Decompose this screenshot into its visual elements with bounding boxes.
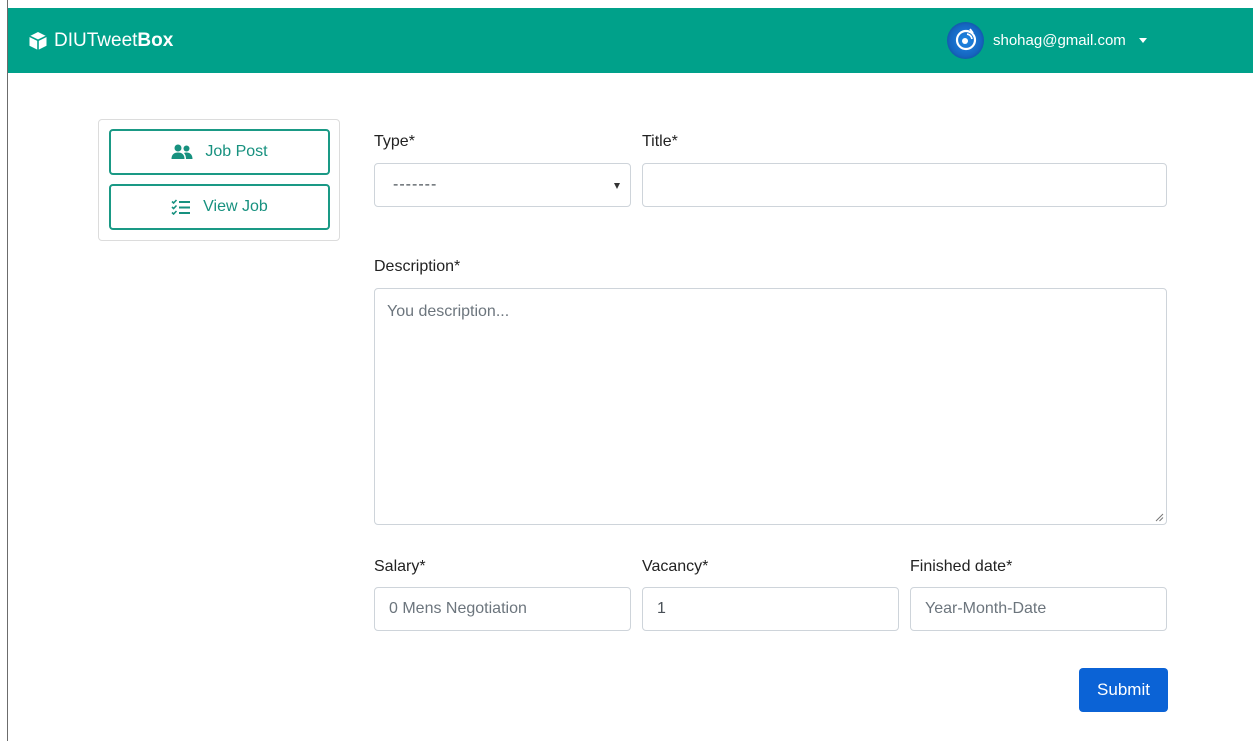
sidebar-item-job-post[interactable]: Job Post: [109, 129, 330, 175]
avatar-signal-icon: [955, 28, 976, 51]
type-select[interactable]: -------: [374, 163, 631, 207]
window-edge: [7, 0, 8, 741]
type-label: Type*: [374, 133, 415, 150]
user-email: shohag@gmail.com: [993, 31, 1126, 49]
finished-date-input[interactable]: [910, 587, 1167, 631]
chevron-down-icon: [1138, 37, 1147, 43]
cube-icon: [29, 32, 47, 50]
title-label: Title*: [642, 133, 678, 150]
top-navbar: DIUTweetBox shohag@gmail.com: [8, 8, 1253, 73]
users-icon: [171, 144, 193, 159]
brand-logo-link[interactable]: DIUTweetBox: [28, 28, 173, 54]
list-check-icon: [171, 199, 191, 215]
type-select-value: -------: [393, 176, 438, 193]
sidebar-item-label: Job Post: [205, 143, 268, 160]
description-label: Description*: [374, 258, 461, 275]
salary-input[interactable]: [374, 587, 631, 631]
title-input[interactable]: [642, 163, 1167, 207]
finished-date-label: Finished date*: [910, 558, 1013, 575]
salary-label: Salary*: [374, 558, 426, 575]
vacancy-input[interactable]: [642, 587, 899, 631]
brand-name: DIUTweetBox: [54, 30, 174, 51]
avatar: [947, 21, 984, 59]
sidebar-panel: Job Post View Job: [98, 119, 340, 241]
resize-grip-icon[interactable]: [1155, 513, 1164, 522]
sidebar-item-label: View Job: [203, 198, 268, 215]
vacancy-label: Vacancy*: [642, 558, 709, 575]
user-dropdown-toggle[interactable]: shohag@gmail.com: [947, 19, 1147, 61]
submit-button[interactable]: Submit: [1079, 668, 1168, 712]
description-textarea[interactable]: [374, 288, 1167, 525]
select-arrow-icon: [614, 183, 620, 189]
sidebar-item-view-job[interactable]: View Job: [109, 184, 330, 230]
